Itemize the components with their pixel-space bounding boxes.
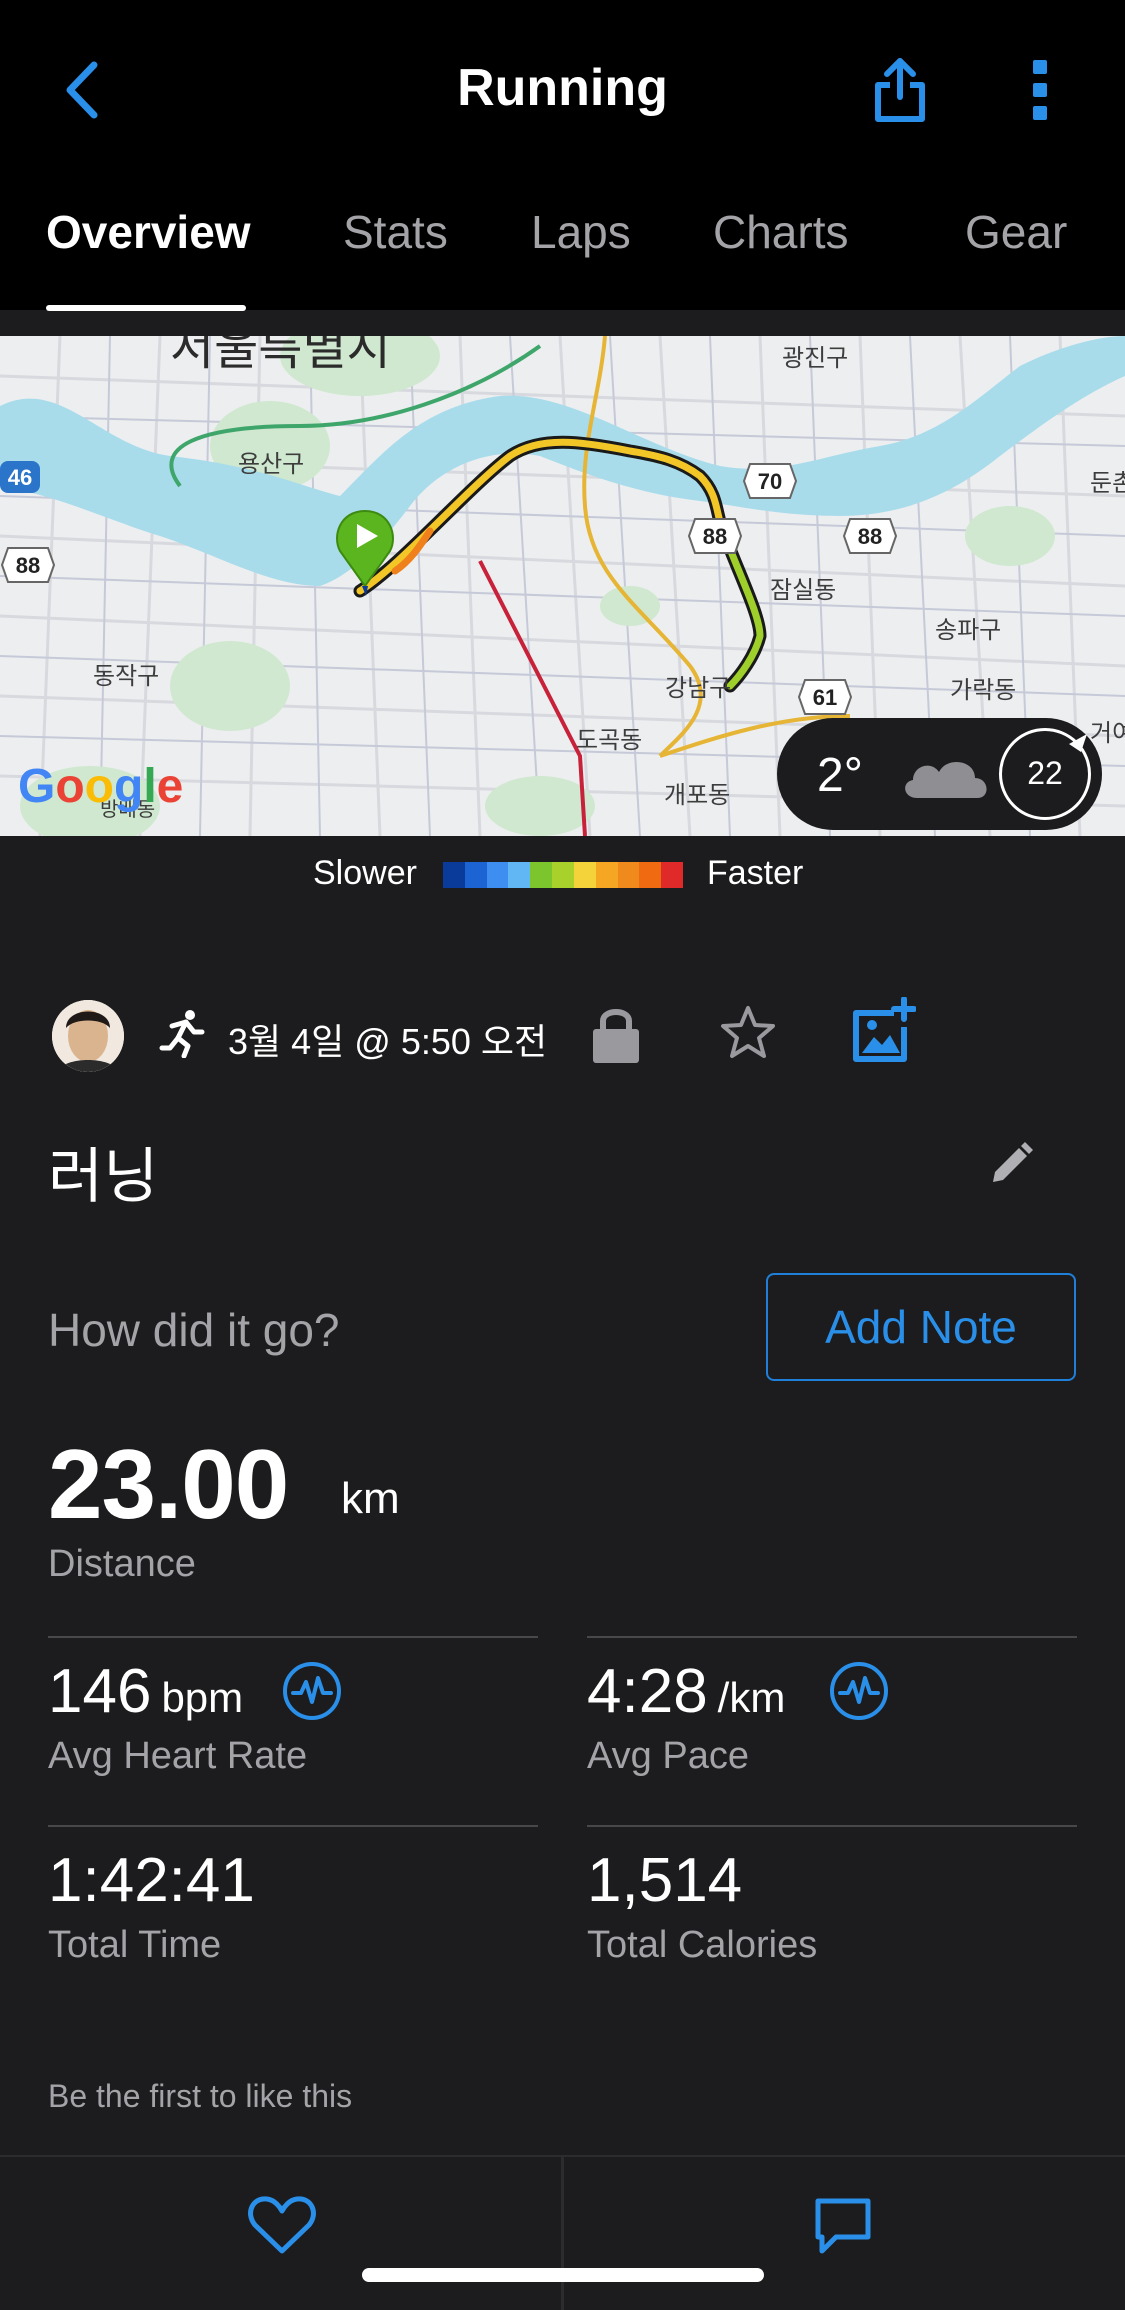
page-title: Running	[457, 59, 668, 117]
legend-faster-label: Faster	[707, 854, 804, 892]
stats-divider	[587, 1636, 1077, 1638]
distance-label: Distance	[48, 1543, 196, 1585]
pace-color-swatch	[639, 862, 662, 888]
running-activity-icon	[159, 1010, 205, 1058]
svg-text:동작구: 동작구	[93, 662, 159, 690]
avg-pace-unit: /km	[717, 1674, 786, 1721]
distance-value: 23.00	[48, 1429, 289, 1539]
google-logo: Google	[18, 760, 183, 813]
pace-color-swatch	[443, 862, 465, 888]
pace-color-swatch	[573, 862, 596, 888]
svg-text:70: 70	[758, 469, 782, 494]
activity-name: 러닝	[48, 1143, 159, 1210]
avg-pace-label: Avg Pace	[587, 1735, 749, 1777]
svg-text:88: 88	[703, 524, 727, 549]
svg-text:88: 88	[858, 524, 882, 549]
svg-text:가락동: 가락동	[950, 676, 1016, 704]
pace-chart-icon[interactable]	[828, 1660, 890, 1722]
legend-slower-label: Slower	[313, 854, 417, 892]
bottom-bar-divider	[561, 2157, 564, 2310]
route-map[interactable]: 46 88 70 88 88 61 서울특별시 광진구 용산구 잠실동 송파구 …	[0, 336, 1125, 836]
avg-heart-rate-label: Avg Heart Rate	[48, 1735, 308, 1777]
comment-icon[interactable]	[812, 2195, 874, 2257]
total-calories-value: 1,514	[587, 1846, 743, 1915]
wind-speed: 22	[1027, 755, 1063, 791]
svg-text:88: 88	[16, 553, 40, 578]
edit-pencil-icon[interactable]	[985, 1140, 1035, 1190]
pace-color-swatch	[661, 862, 683, 888]
pace-color-swatch	[595, 862, 618, 888]
star-icon[interactable]	[718, 1003, 778, 1063]
total-time-value: 1:42:41	[48, 1846, 255, 1915]
distance-unit: km	[341, 1474, 400, 1523]
tab-bar: Overview Stats Laps Charts Gear	[0, 205, 1125, 305]
stats-divider	[48, 1825, 538, 1827]
pace-color-swatch	[508, 862, 531, 888]
tab-gear[interactable]: Gear	[965, 205, 1067, 259]
share-icon[interactable]	[870, 55, 930, 125]
pace-color-swatch	[552, 862, 574, 888]
pace-color-swatch	[530, 862, 553, 888]
tab-laps[interactable]: Laps	[531, 205, 631, 259]
avg-heart-rate-number: 146	[48, 1657, 152, 1726]
home-indicator	[362, 2268, 764, 2282]
svg-text:개포동: 개포동	[664, 781, 730, 809]
svg-text:용산구: 용산구	[238, 450, 304, 478]
pace-color-swatch	[464, 862, 487, 888]
lock-icon[interactable]	[590, 1003, 642, 1065]
weather-widget: 2° 22	[777, 718, 1102, 830]
active-tab-indicator	[46, 305, 246, 311]
avg-heart-rate-unit: bpm	[161, 1674, 244, 1721]
stats-divider	[48, 1636, 538, 1638]
svg-text:도곡동: 도곡동	[576, 726, 642, 754]
avg-pace-value: 4:28/km	[587, 1656, 785, 1727]
activity-date: 3월 4일 @ 5:50 오전	[228, 1021, 548, 1062]
note-prompt: How did it go?	[48, 1304, 340, 1356]
svg-text:잠실동: 잠실동	[770, 576, 836, 604]
tab-overview[interactable]: Overview	[46, 205, 251, 259]
svg-text:둔촌: 둔촌	[1090, 469, 1125, 497]
pace-color-swatch	[617, 862, 640, 888]
top-bar: Running Overview Stats Laps Charts Gear	[0, 0, 1125, 311]
add-photo-icon[interactable]	[850, 997, 916, 1065]
map-label-seoul: 서울특별시	[170, 336, 391, 376]
wind-gauge: 22	[999, 728, 1091, 820]
svg-text:송파구: 송파구	[935, 616, 1001, 644]
activity-meta-row: 3월 4일 @ 5:50 오전	[0, 995, 1125, 1075]
cloud-icon	[905, 761, 987, 798]
likes-text: Be the first to like this	[48, 2078, 353, 2114]
avg-heart-rate-value: 146 bpm	[48, 1656, 243, 1727]
svg-text:강남구: 강남구	[665, 674, 731, 702]
tab-stats[interactable]: Stats	[343, 205, 448, 259]
total-calories-label: Total Calories	[587, 1924, 818, 1966]
tab-divider	[0, 312, 1125, 336]
avg-pace-number: 4:28	[587, 1657, 708, 1726]
temperature: 2°	[817, 749, 863, 802]
pace-color-swatch	[486, 862, 509, 888]
add-note-button[interactable]: Add Note	[766, 1273, 1076, 1381]
total-time-label: Total Time	[48, 1924, 222, 1966]
stats-divider	[587, 1825, 1077, 1827]
heart-rate-chart-icon[interactable]	[281, 1660, 343, 1722]
svg-text:Google: Google	[18, 760, 183, 813]
pace-legend: Slower Faster	[0, 850, 1125, 900]
profile-photo	[52, 1000, 124, 1072]
more-options-icon[interactable]	[1030, 58, 1052, 122]
road-badge-46: 46	[8, 465, 32, 490]
tab-charts[interactable]: Charts	[713, 205, 848, 259]
like-heart-icon[interactable]	[247, 2195, 317, 2255]
svg-text:광진구: 광진구	[782, 344, 848, 372]
svg-text:거여: 거여	[1090, 719, 1125, 747]
avatar[interactable]	[52, 1000, 124, 1072]
pace-color-scale	[443, 862, 683, 888]
svg-text:61: 61	[813, 685, 837, 710]
